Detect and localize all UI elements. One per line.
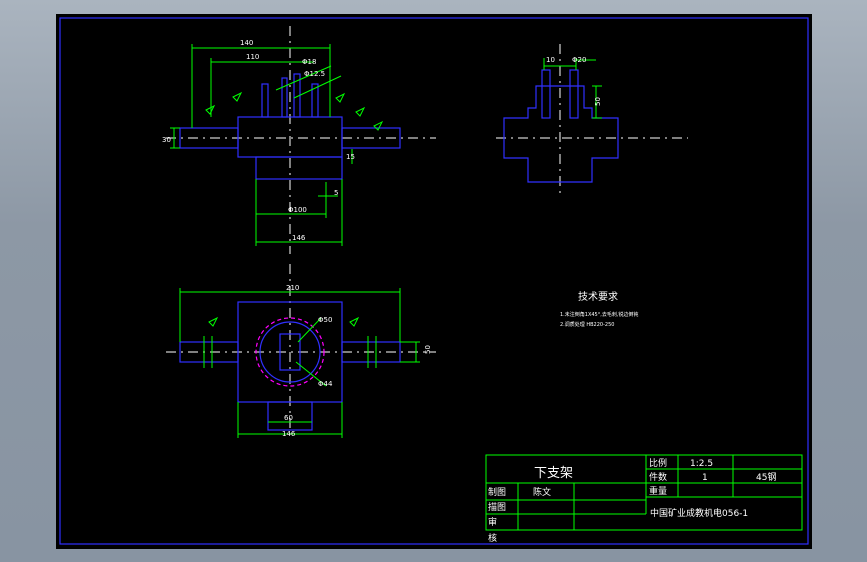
dim-110: 110 <box>246 53 259 61</box>
scale-value: 1:2.5 <box>690 459 713 469</box>
dim-phi12: Φ12.5 <box>304 70 325 78</box>
drawing-viewport[interactable]: 140 110 Φ18 Φ12.5 5 Φ100 146 30 15 10 Φ2… <box>56 14 812 549</box>
organization: 中国矿业成教机电056-1 <box>650 507 748 519</box>
plan-dim-phi44: Φ44 <box>318 380 333 388</box>
dim-phi100: Φ100 <box>288 206 307 214</box>
sec-dim-10: 10 <box>546 56 555 64</box>
plan-dim-phi50: Φ50 <box>318 316 332 324</box>
plan-dim-50: 50 <box>424 345 432 354</box>
traced-label: 描图 <box>488 501 506 513</box>
notes-line-1: 1.未注倒角1X45°,去毛刺,锐边倒钝 <box>560 311 638 318</box>
dim-140: 140 <box>240 39 253 47</box>
dim-30: 30 <box>162 136 171 144</box>
plan-dim-210: 210 <box>286 284 299 292</box>
drawn-name: 陈文 <box>533 486 551 498</box>
review-label: 审 <box>488 516 497 528</box>
qty-value: 1 <box>702 473 708 483</box>
check-label: 核 <box>488 532 497 544</box>
technical-notes: 技术要求 1.未注倒角1X45°,去毛刺,锐边倒钝 2.调质处理 HB220-2… <box>560 290 638 328</box>
front-view: 140 110 Φ18 Φ12.5 5 Φ100 146 30 15 <box>162 26 436 254</box>
weight-label: 重量 <box>649 485 667 497</box>
dim-phi18: Φ18 <box>302 58 316 66</box>
drawn-label: 制图 <box>488 486 506 498</box>
dim-15: 15 <box>346 153 355 161</box>
plan-view: 210 Φ50 Φ44 60 146 50 <box>166 264 436 438</box>
notes-heading: 技术要求 <box>578 290 618 303</box>
plan-dim-146: 146 <box>282 430 296 438</box>
sec-dim-50: 50 <box>594 97 602 106</box>
plan-dim-60: 60 <box>284 414 293 422</box>
dim-5: 5 <box>334 189 338 197</box>
sec-dim-phi20: Φ20 <box>572 56 586 64</box>
cad-drawing: 140 110 Φ18 Φ12.5 5 Φ100 146 30 15 10 Φ2… <box>59 17 809 545</box>
section-view: 10 Φ20 50 <box>496 44 688 194</box>
title-block: 下支架 比例 1:2.5 件数 1 45钢 重量 制图 陈文 描图 审 核 中国… <box>485 454 803 544</box>
qty-label: 件数 <box>649 471 667 483</box>
notes-line-2: 2.调质处理 HB220-250 <box>560 321 614 328</box>
dim-146: 146 <box>292 234 306 242</box>
material: 45钢 <box>756 471 776 483</box>
scale-label: 比例 <box>649 457 667 469</box>
part-name: 下支架 <box>534 466 573 481</box>
